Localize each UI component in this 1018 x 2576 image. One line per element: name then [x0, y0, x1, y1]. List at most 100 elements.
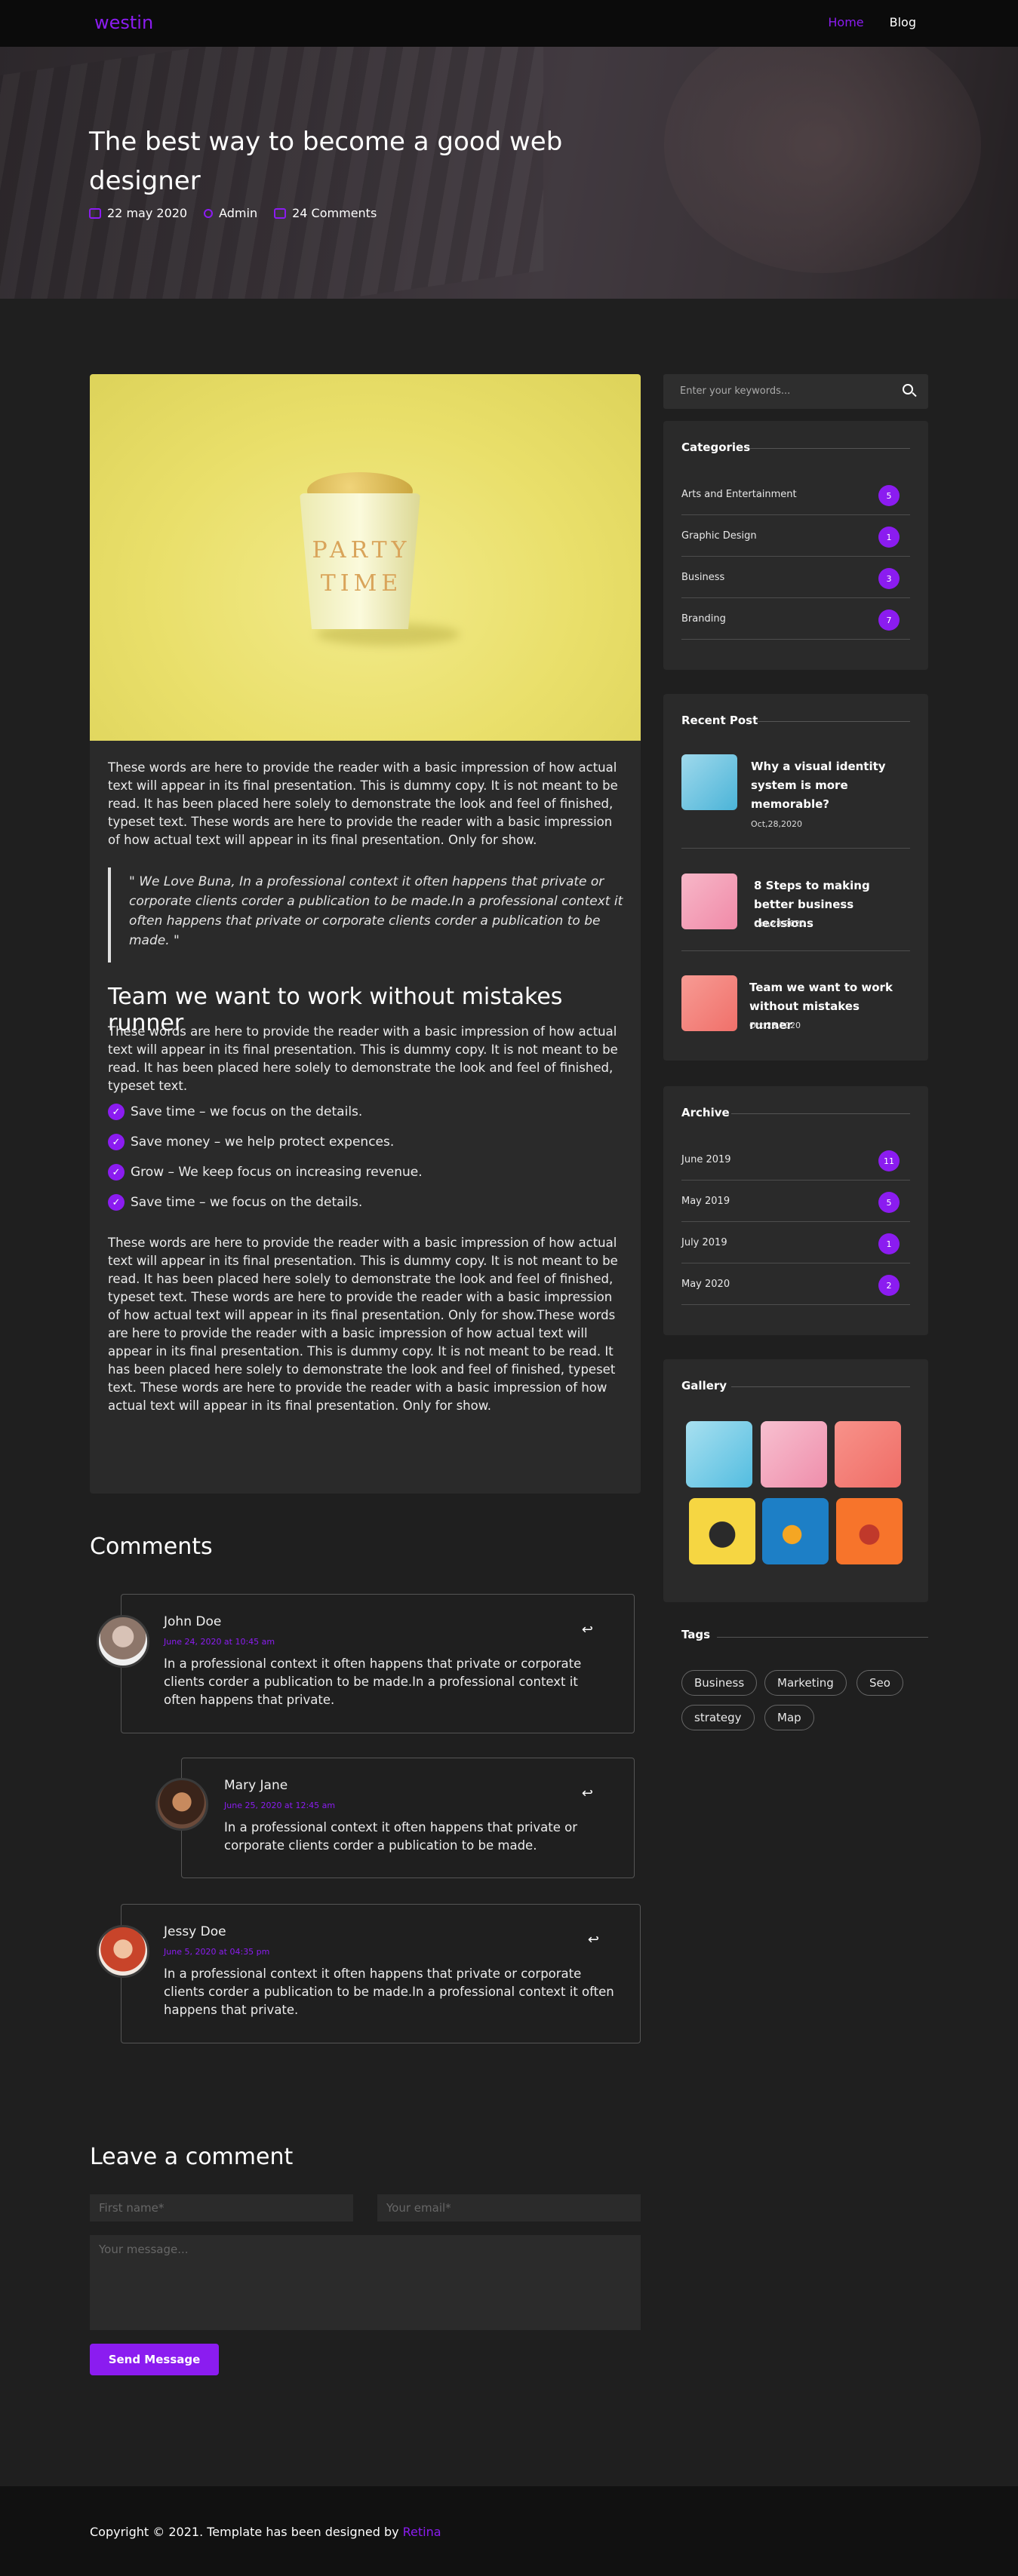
count-badge: 7: [878, 609, 900, 631]
hero-banner: The best way to become a good web design…: [0, 47, 1018, 299]
gallery-image[interactable]: [762, 1498, 829, 1564]
gallery-image[interactable]: [686, 1421, 752, 1488]
post-date: 22 may 2020: [107, 206, 188, 220]
comment-card: Mary Jane June 25, 2020 at 12:45 am In a…: [181, 1758, 635, 1878]
nav-blog-link[interactable]: Blog: [890, 15, 916, 29]
tag-seo[interactable]: Seo: [857, 1670, 903, 1696]
archive-widget: Archive June 2019 11 May 2019 5 July 2019 1…: [663, 1086, 928, 1335]
comment-date: June 5, 2020 at 04:35 pm: [164, 1947, 270, 1957]
tag-business[interactable]: Business: [681, 1670, 758, 1696]
avatar: [97, 1925, 149, 1978]
featured-image: PARTY TIME: [90, 374, 641, 741]
article-card: PARTY TIME These words are here to provi…: [90, 374, 641, 1494]
checklist-item: ✓ Save money – we help protect expences.: [108, 1127, 423, 1157]
recent-post-date: Oct,28,2020: [749, 1021, 801, 1030]
count-badge: 1: [878, 1233, 900, 1254]
comment-date: June 24, 2020 at 10:45 am: [164, 1637, 275, 1647]
tags-heading: Tags: [681, 1628, 711, 1641]
widget-title: Archive: [681, 1106, 730, 1119]
comment-card: Jessy Doe June 5, 2020 at 04:35 pm In a …: [121, 1904, 641, 2043]
tag-strategy[interactable]: strategy: [681, 1705, 755, 1730]
first-name-input[interactable]: [90, 2194, 353, 2221]
archive-item[interactable]: May 2019 5: [681, 1181, 910, 1222]
blockquote: " We Love Buna, In a professional contex…: [108, 867, 626, 963]
count-badge: 3: [878, 568, 900, 589]
email-input[interactable]: [377, 2194, 641, 2221]
search-icon[interactable]: [903, 384, 913, 395]
calendar-icon: [89, 207, 101, 219]
search-input[interactable]: Enter your keywords...: [680, 385, 790, 397]
count-badge: 5: [878, 1192, 900, 1213]
checklist: ✓ Save time – we focus on the details. ✓ S…: [108, 1097, 423, 1217]
article-paragraph: These words are here to provide the read…: [108, 760, 618, 847]
top-navbar: westin Home Blog: [0, 0, 1018, 47]
message-textarea[interactable]: [90, 2235, 641, 2330]
recent-post-date: Oct,28,2020: [751, 819, 803, 829]
leave-comment-heading: Leave a comment: [90, 2144, 294, 2170]
widget-title: Categories: [681, 441, 751, 454]
article-paragraph: These words are here to provide the read…: [108, 1024, 618, 1093]
post-meta: 22 may 2020 Admin 24 Comments: [89, 206, 377, 220]
recent-post-title[interactable]: Why a visual identity system is more mem…: [751, 757, 902, 814]
count-badge: 5: [878, 485, 900, 506]
comments-heading: Comments: [90, 1534, 213, 1560]
check-icon: ✓: [108, 1134, 125, 1150]
tag-marketing[interactable]: Marketing: [764, 1670, 847, 1696]
main-nav: Home Blog: [828, 15, 916, 29]
comment-text: In a professional context it often happe…: [164, 1656, 582, 1707]
category-item[interactable]: Business 3: [681, 557, 910, 598]
recent-post-date: Oct,28,2020: [754, 919, 806, 929]
archive-item[interactable]: June 2019 11: [681, 1139, 910, 1181]
quote-text: " We Love Buna, In a professional contex…: [129, 874, 623, 948]
nav-home-link[interactable]: Home: [828, 15, 863, 29]
checklist-item: ✓ Save time – we focus on the details.: [108, 1187, 423, 1217]
comment-author: Mary Jane: [224, 1778, 288, 1793]
gallery-widget: Gallery: [663, 1359, 928, 1602]
send-message-button[interactable]: Send Message: [90, 2344, 219, 2375]
post-title: The best way to become a good web design…: [89, 127, 563, 196]
archive-item[interactable]: May 2020 2: [681, 1263, 910, 1305]
gallery-image[interactable]: [836, 1498, 903, 1564]
categories-widget: Categories Arts and Entertainment 5 Graph…: [663, 421, 928, 670]
article-paragraph: These words are here to provide the read…: [108, 1236, 618, 1413]
reply-icon[interactable]: ↩: [588, 1932, 599, 1948]
widget-title: Recent Post: [681, 714, 758, 727]
avatar: [97, 1615, 149, 1668]
search-box[interactable]: Enter your keywords...: [663, 374, 928, 409]
post-thumbnail: [681, 874, 737, 929]
comment-text: In a professional context it often happe…: [224, 1820, 577, 1853]
reply-icon[interactable]: ↩: [582, 1785, 593, 1801]
gallery-image[interactable]: [689, 1498, 755, 1564]
checklist-item: ✓ Save time – we focus on the details.: [108, 1097, 423, 1127]
comment-date: June 25, 2020 at 12:45 am: [224, 1801, 336, 1810]
tag-map[interactable]: Map: [764, 1705, 814, 1730]
check-icon: ✓: [108, 1164, 125, 1181]
category-item[interactable]: Branding 7: [681, 598, 910, 640]
category-item[interactable]: Arts and Entertainment 5: [681, 474, 910, 515]
checklist-item: ✓ Grow – We keep focus on increasing reve…: [108, 1157, 423, 1187]
gallery-image[interactable]: [835, 1421, 901, 1488]
recent-posts-widget: Recent Post Why a visual identity system…: [663, 694, 928, 1061]
post-author[interactable]: Admin: [219, 206, 257, 220]
cup-lettering: PARTY TIME: [312, 537, 411, 597]
footer-brand-link[interactable]: Retina: [403, 2525, 441, 2539]
comment-icon: [274, 207, 287, 219]
comment-card: John Doe June 24, 2020 at 10:45 am In a …: [121, 1594, 635, 1733]
count-badge: 2: [878, 1275, 900, 1296]
comment-text: In a professional context it often happe…: [164, 1967, 614, 2017]
count-badge: 11: [878, 1150, 900, 1171]
count-badge: 1: [878, 527, 900, 548]
post-thumbnail: [681, 975, 737, 1031]
category-item[interactable]: Graphic Design 1: [681, 515, 910, 557]
archive-item[interactable]: July 2019 1: [681, 1222, 910, 1263]
post-comments-count[interactable]: 24 Comments: [292, 206, 377, 220]
avatar: [155, 1778, 208, 1831]
post-thumbnail: [681, 754, 737, 810]
footer: Copyright © 2021. Template has been desi…: [0, 2486, 1018, 2576]
comment-author: John Doe: [164, 1614, 222, 1629]
user-icon: [204, 208, 214, 218]
reply-icon[interactable]: ↩: [582, 1622, 593, 1638]
gallery-image[interactable]: [761, 1421, 827, 1488]
site-logo[interactable]: westin: [94, 12, 153, 33]
copyright-text: Copyright © 2021. Template has been desi…: [90, 2525, 441, 2539]
